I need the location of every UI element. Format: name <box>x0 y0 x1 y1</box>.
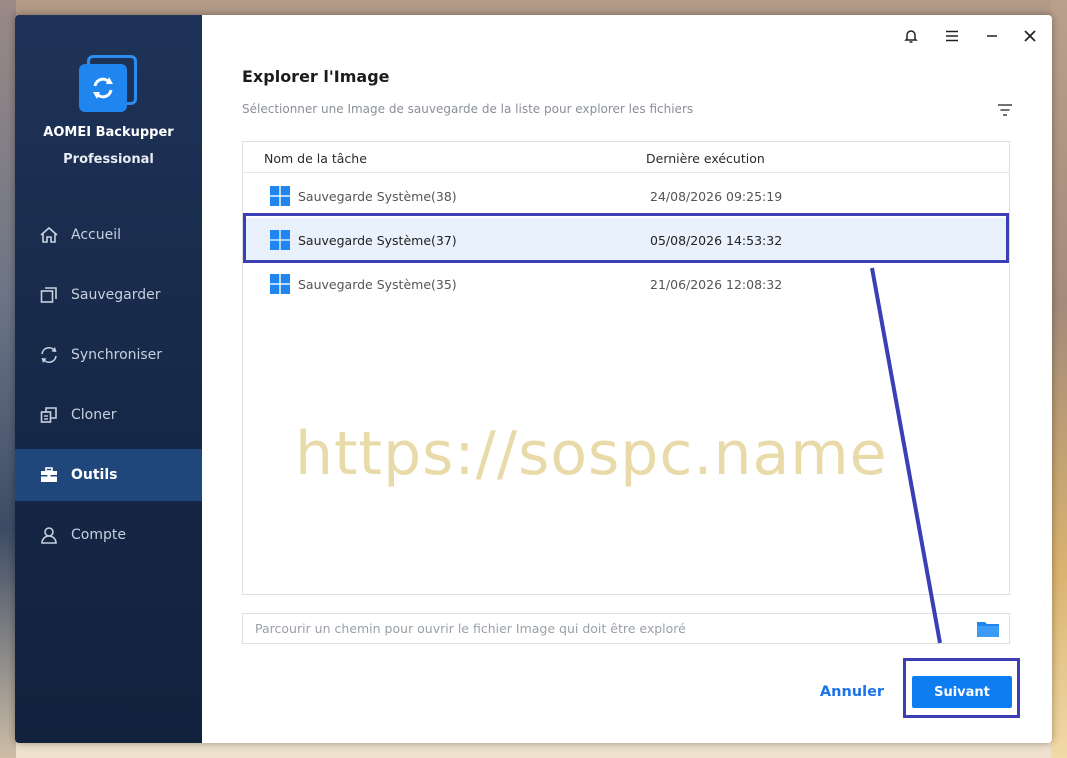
user-icon <box>38 524 60 546</box>
row-last-run: 24/08/2026 09:25:19 <box>650 188 783 204</box>
sidebar-item-label: Accueil <box>71 227 121 243</box>
sidebar-item-compte[interactable]: Compte <box>15 509 202 561</box>
main-panel: Explorer l'Image Sélectionner une Image … <box>202 15 1052 743</box>
sidebar-item-label: Outils <box>71 467 118 483</box>
backup-list: Nom de la tâche Dernière exécution Sauve… <box>242 141 1010 595</box>
bell-icon[interactable] <box>900 25 922 47</box>
windows-icon <box>270 230 290 250</box>
close-icon[interactable] <box>1019 25 1041 47</box>
sidebar-item-cloner[interactable]: Cloner <box>15 389 202 441</box>
page-subtitle: Sélectionner une Image de sauvegarde de … <box>242 102 694 116</box>
folder-icon[interactable] <box>975 618 1001 640</box>
logo-sync-icon <box>79 64 127 112</box>
sidebar-item-label: Cloner <box>71 407 117 423</box>
minimize-icon[interactable] <box>981 25 1003 47</box>
row-task-name: Sauvegarde Système(35) <box>298 276 457 292</box>
app-edition: Professional <box>63 152 154 167</box>
image-path-input[interactable] <box>242 613 1010 644</box>
backup-icon <box>38 284 60 306</box>
home-icon <box>38 224 60 246</box>
toolbox-icon <box>38 464 60 486</box>
app-name: AOMEI Backupper <box>43 125 174 140</box>
row-task-name: Sauvegarde Système(37) <box>298 232 457 248</box>
sidebar: AOMEI Backupper Professional Accueil Sau… <box>15 15 202 743</box>
column-header-last-run[interactable]: Dernière exécution <box>646 151 765 166</box>
app-logo <box>79 55 137 113</box>
sidebar-item-label: Sauvegarder <box>71 287 161 303</box>
sidebar-item-label: Compte <box>71 527 126 543</box>
sidebar-item-outils[interactable]: Outils <box>15 449 202 501</box>
sync-icon <box>38 344 60 366</box>
desktop-background-left <box>0 0 16 758</box>
sidebar-item-accueil[interactable]: Accueil <box>15 209 202 261</box>
sidebar-item-label: Synchroniser <box>71 347 163 363</box>
table-row-selected[interactable]: Sauvegarde Système(37) 05/08/2026 14:53:… <box>243 218 1009 262</box>
row-last-run: 21/06/2026 12:08:32 <box>650 276 783 292</box>
page-title: Explorer l'Image <box>242 67 390 86</box>
filter-icon[interactable] <box>994 99 1016 121</box>
row-task-name: Sauvegarde Système(38) <box>298 188 457 204</box>
table-row[interactable]: Sauvegarde Système(38) 24/08/2026 09:25:… <box>243 174 1009 218</box>
menu-icon[interactable] <box>941 25 963 47</box>
table-row[interactable]: Sauvegarde Système(35) 21/06/2026 12:08:… <box>243 262 1009 306</box>
desktop-background-right <box>1051 0 1067 758</box>
windows-icon <box>270 274 290 294</box>
next-button[interactable]: Suivant <box>912 676 1012 708</box>
column-header-name[interactable]: Nom de la tâche <box>264 151 367 166</box>
windows-icon <box>270 186 290 206</box>
sidebar-item-sauvegarder[interactable]: Sauvegarder <box>15 269 202 321</box>
row-last-run: 05/08/2026 14:53:32 <box>650 232 783 248</box>
app-window: AOMEI Backupper Professional Accueil Sau… <box>15 15 1052 743</box>
sidebar-item-synchroniser[interactable]: Synchroniser <box>15 329 202 381</box>
clone-icon <box>38 404 60 426</box>
cancel-button[interactable]: Annuler <box>812 675 892 709</box>
